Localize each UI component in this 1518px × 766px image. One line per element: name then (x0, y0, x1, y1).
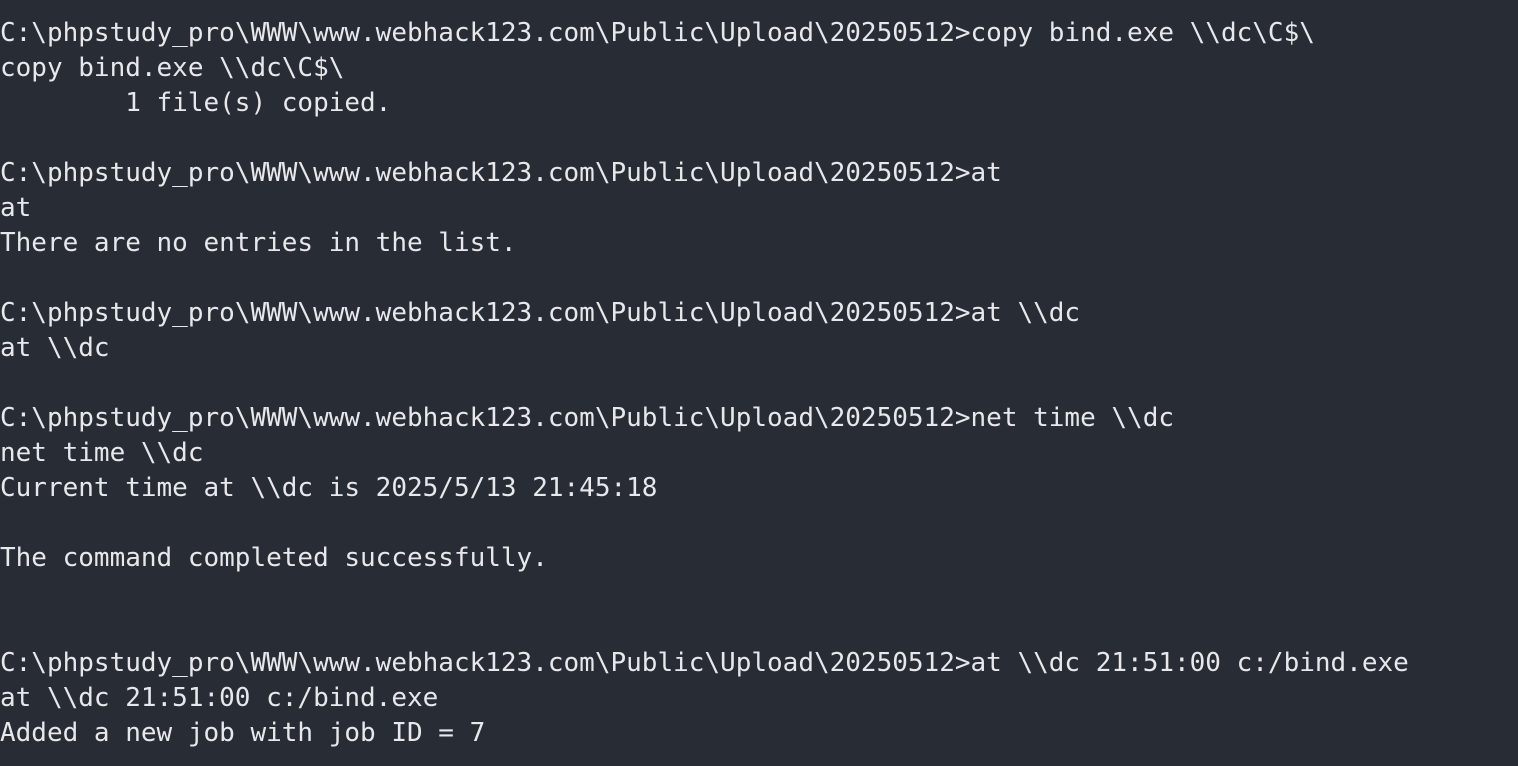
output-line: Current time at \\dc is 2025/5/13 21:45:… (0, 473, 658, 503)
output-line: The command completed successfully. (0, 543, 548, 573)
terminal-window[interactable]: C:\phpstudy_pro\WWW\www.webhack123.com\P… (0, 0, 1518, 766)
command-echo-line: at \\dc (0, 333, 110, 363)
output-line: 1 file(s) copied. (0, 88, 392, 118)
command-echo-line: net time \\dc (0, 438, 204, 468)
prompt-line: C:\phpstudy_pro\WWW\www.webhack123.com\P… (0, 648, 1409, 678)
prompt-line: C:\phpstudy_pro\WWW\www.webhack123.com\P… (0, 298, 1081, 328)
command-echo-line: at (0, 193, 32, 223)
output-line: Added a new job with job ID = 7 (0, 718, 486, 748)
output-line: There are no entries in the list. (0, 228, 517, 258)
command-echo-line: copy bind.exe \\dc\C$\ (0, 53, 345, 83)
prompt-line: C:\phpstudy_pro\WWW\www.webhack123.com\P… (0, 158, 1002, 188)
prompt-line: C:\phpstudy_pro\WWW\www.webhack123.com\P… (0, 403, 1174, 433)
prompt-line: C:\phpstudy_pro\WWW\www.webhack123.com\P… (0, 18, 1315, 48)
command-echo-line: at \\dc 21:51:00 c:/bind.exe (0, 683, 439, 713)
